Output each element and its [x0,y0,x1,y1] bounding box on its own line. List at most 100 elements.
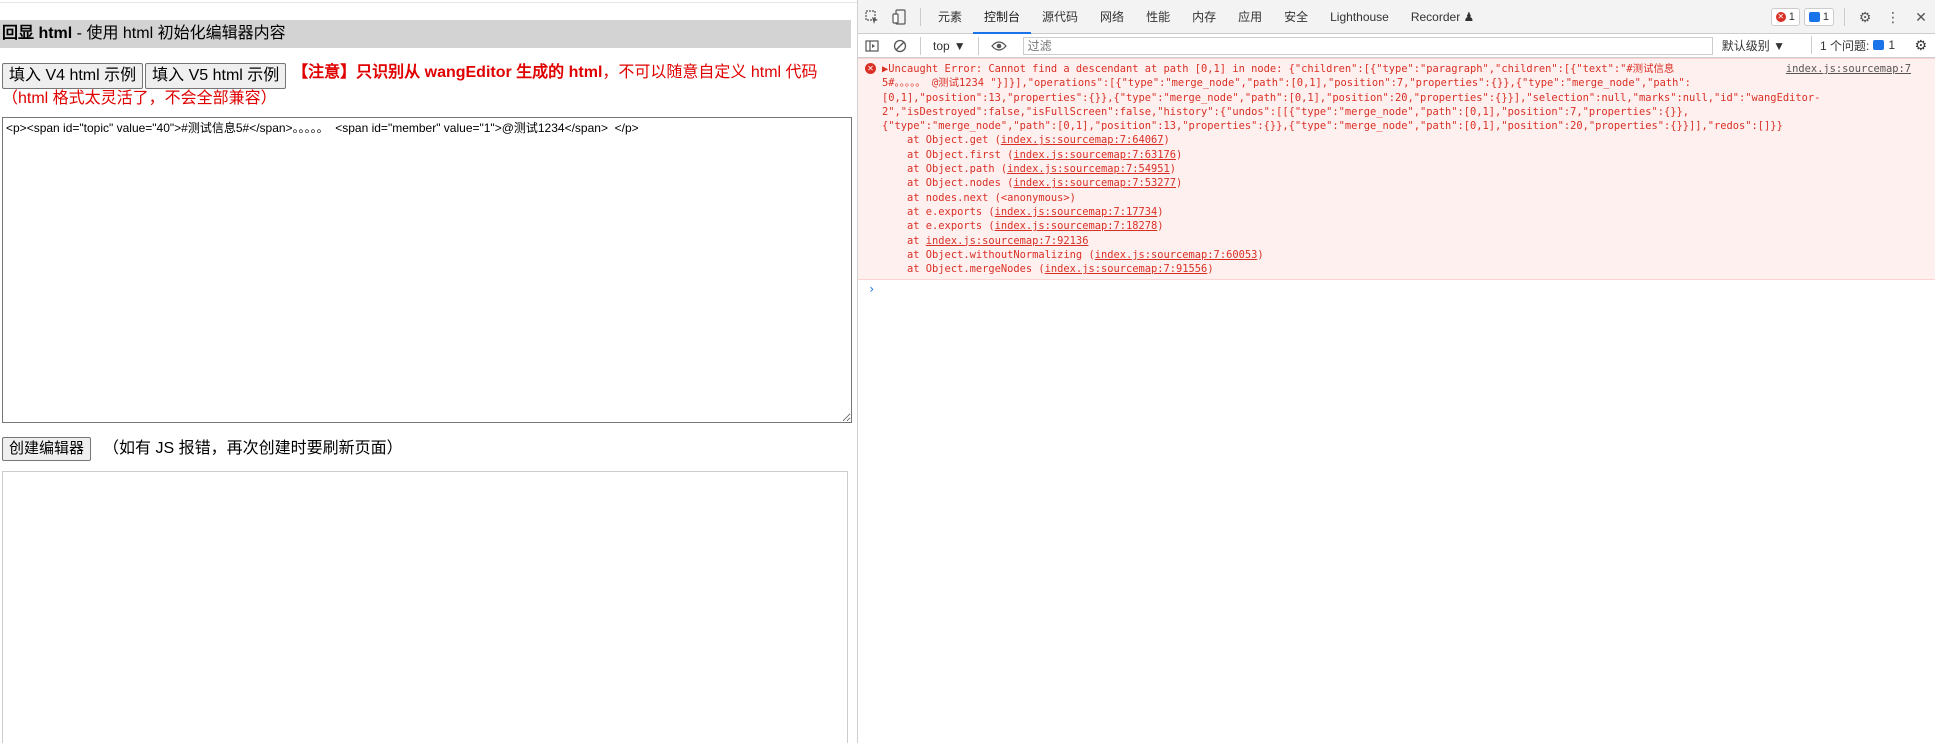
more-menu-icon[interactable]: ⋮ [1879,0,1907,34]
tab-elements[interactable]: 元素 [927,0,973,34]
error-source-link[interactable]: index.js:sourcemap:7 [1786,62,1911,76]
stack-line: at Object.first (index.js:sourcemap:7:63… [882,148,1915,162]
create-hint: （如有 JS 报错，再次创建时要刷新页面） [103,440,403,457]
stack-suffix: ) [1157,220,1164,233]
issues-button[interactable]: 1 个问题: 1 [1810,36,1895,54]
tab-sources[interactable]: 源代码 [1031,0,1089,34]
stack-prefix: at e.exports ( [882,205,995,218]
fill-v5-button[interactable]: 填入 V5 html 示例 [145,63,287,89]
issues-label: 1 个问题: [1819,38,1870,53]
stack-prefix: at [882,234,926,247]
error-line: 5#。。。。。 @测试1234 "}]}],"operations":[{"ty… [882,77,1691,90]
stack-line: at Object.mergeNodes (index.js:sourcemap… [882,262,1915,276]
stack-line: at e.exports (index.js:sourcemap:7:17734… [882,205,1915,219]
section-title-rest: - 使用 html 初始化编辑器内容 [72,25,286,42]
stack-line: at Object.nodes (index.js:sourcemap:7:53… [882,176,1915,190]
error-line[interactable]: ▶Uncaught Error: Cannot find a descendan… [882,62,1915,76]
devtools-tabbar-right: ✕ 1 1 ⚙ ⋮ ✕ [1770,0,1935,34]
console-settings-gear-icon[interactable]: ⚙ [1914,37,1927,54]
stack-suffix: ) [1163,134,1170,147]
toolbar-divider [1844,8,1845,26]
inspect-icon[interactable] [858,0,886,34]
chevron-down-icon: ▼ [953,38,966,53]
stack-link[interactable]: index.js:sourcemap:7:54951 [1007,163,1170,175]
stack-line: at Object.withoutNormalizing (index.js:s… [882,248,1915,262]
stack-suffix: ) [1176,148,1183,161]
issues-count: 1 [1888,38,1895,52]
console-output: ✕ index.js:sourcemap:7 ▶Uncaught Error: … [858,58,1935,298]
tab-memory[interactable]: 内存 [1181,0,1227,34]
stack-link[interactable]: index.js:sourcemap:7:92136 [926,235,1089,247]
toolbar-divider [977,36,979,55]
tab-network[interactable]: 网络 [1089,0,1135,34]
clear-console-icon[interactable] [886,34,914,58]
stack-suffix: ) [1176,177,1183,190]
stack-line: at Object.get (index.js:sourcemap:7:6406… [882,133,1915,147]
log-levels-dropdown[interactable]: 默认级别 ▼ [1722,37,1785,54]
notice-bold: 【注意】只识别从 wangEditor 生成的 html [292,64,603,81]
console-error-message: ✕ index.js:sourcemap:7 ▶Uncaught Error: … [858,58,1935,280]
html-source-textarea[interactable]: <p><span id="topic" value="40">#测试信息5#</… [2,117,852,423]
stack-line: at nodes.next (<anonymous>) [882,191,1915,205]
stack-line: at e.exports (index.js:sourcemap:7:18278… [882,219,1915,233]
stack-link[interactable]: index.js:sourcemap:7:63176 [1013,149,1176,161]
tab-application[interactable]: 应用 [1227,0,1273,34]
toolbar-divider [920,36,921,55]
stack-suffix: ) [1207,263,1214,276]
console-toolbar: top▼ 默认级别 ▼ 1 个问题: 1 ⚙ [858,34,1935,58]
stack-prefix: at nodes.next (<anonymous>) [882,191,1076,204]
stack-suffix: ) [1257,248,1264,261]
create-row: 创建编辑器 （如有 JS 报错，再次创建时要刷新页面） [2,437,403,461]
section-title-bold: 回显 html [2,25,73,42]
close-devtools-icon[interactable]: ✕ [1907,0,1935,34]
settings-gear-icon[interactable]: ⚙ [1851,0,1879,34]
error-icon: ✕ [1775,12,1786,22]
stack-prefix: at Object.get ( [882,134,1001,147]
device-toggle-icon[interactable] [886,0,914,34]
stack-link[interactable]: index.js:sourcemap:7:91556 [1045,263,1208,275]
context-selector[interactable]: top ▼ [927,39,972,53]
top-divider [0,0,857,3]
stack-link[interactable]: index.js:sourcemap:7:60053 [1095,249,1258,261]
stack-link[interactable]: index.js:sourcemap:7:17734 [995,206,1158,218]
console-filter-input[interactable] [1022,36,1713,55]
tab-console[interactable]: 控制台 [973,0,1032,34]
stack-prefix: at Object.mergeNodes ( [882,263,1045,276]
button-row: 填入 V4 html 示例 填入 V5 html 示例 【注意】只识别从 wang… [2,63,852,108]
devtools-tabbar: 元素 控制台 源代码 网络 性能 内存 应用 安全 Lighthouse Rec… [858,0,1935,34]
error-line: {"type":"merge_node","path":[0,1],"posit… [882,120,1783,133]
stack-suffix: ) [1169,163,1177,176]
error-line: 2","isDestroyed":false,"isFullScreen":fa… [882,105,1689,118]
eye-icon[interactable] [985,34,1013,58]
issue-icon [1873,40,1885,50]
stack-prefix: at Object.path ( [882,163,1008,176]
editor-container[interactable] [2,471,848,743]
tab-security[interactable]: 安全 [1273,0,1319,34]
console-prompt[interactable]: › [858,280,1935,298]
error-count-badge[interactable]: ✕ 1 [1770,8,1800,26]
message-count: 1 [1822,11,1829,23]
stack-link[interactable]: index.js:sourcemap:7:64067 [1001,134,1164,146]
stack-link[interactable]: index.js:sourcemap:7:53277 [1013,177,1176,189]
stack-suffix: ) [1157,205,1164,218]
create-editor-button[interactable]: 创建编辑器 [2,437,92,461]
message-icon [1808,12,1820,22]
tab-performance[interactable]: 性能 [1135,0,1181,34]
fill-v4-button[interactable]: 填入 V4 html 示例 [2,63,144,89]
prompt-chevron-icon: › [868,282,876,296]
toolbar-divider [920,7,921,26]
error-line: [0,1],"position":13,"properties":{}},{"t… [882,91,1821,104]
sidebar-toggle-icon[interactable] [858,34,886,58]
error-icon: ✕ [865,63,876,74]
stack-prefix: at Object.first ( [882,148,1014,161]
message-count-badge[interactable]: 1 [1803,8,1834,26]
stack-line: at index.js:sourcemap:7:92136 [882,234,1915,248]
stack-prefix: at Object.withoutNormalizing ( [882,248,1095,261]
devtools-panel: 元素 控制台 源代码 网络 性能 内存 应用 安全 Lighthouse Rec… [858,0,1935,743]
stack-prefix: at e.exports ( [882,220,995,233]
stack-link[interactable]: index.js:sourcemap:7:18278 [995,220,1158,232]
tab-lighthouse[interactable]: Lighthouse [1319,0,1400,34]
stack-line: at Object.path (index.js:sourcemap:7:549… [882,162,1915,176]
context-value: top [933,38,950,53]
tab-recorder[interactable]: Recorder ♟ [1400,0,1485,34]
